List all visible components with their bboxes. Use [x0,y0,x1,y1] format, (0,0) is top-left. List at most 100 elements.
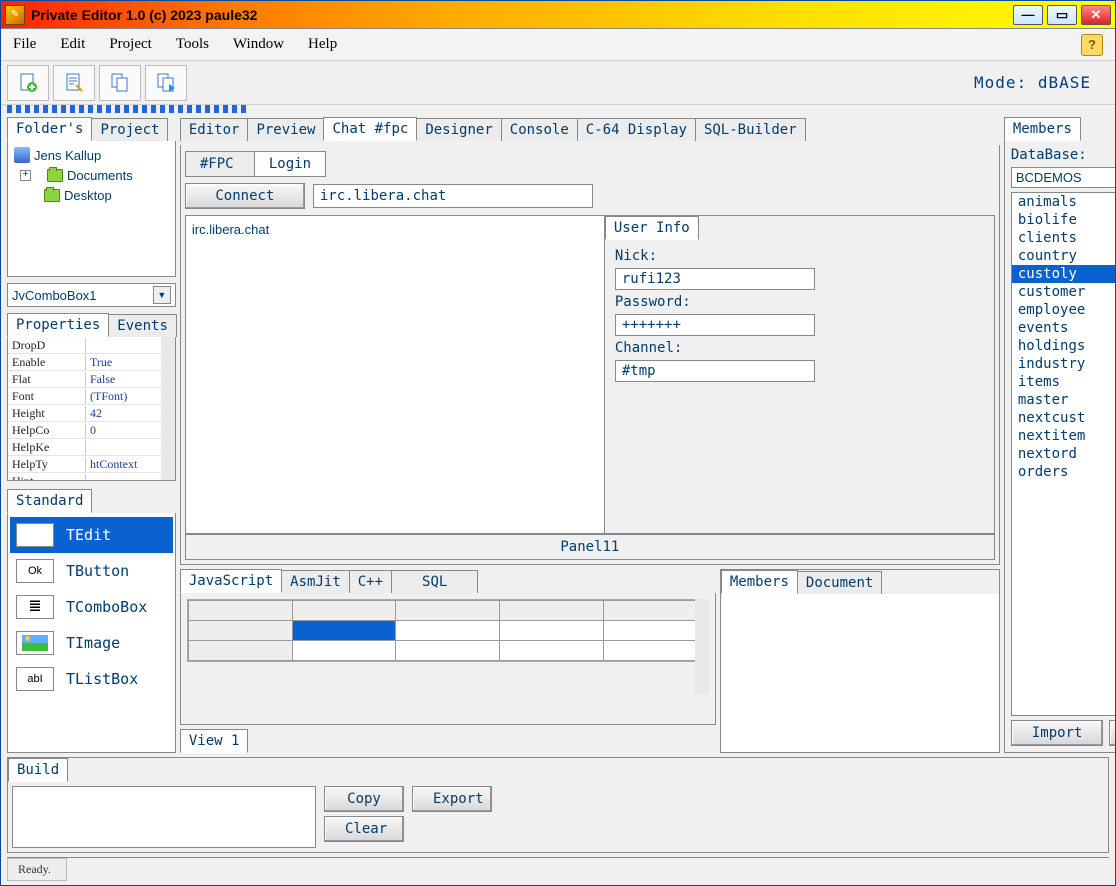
tree-root[interactable]: Jens Kallup [34,148,101,163]
prop-key[interactable]: DropD [8,338,86,353]
lang-tab[interactable]: JavaScript [180,569,282,593]
menu-tools[interactable]: Tools [176,36,209,53]
prop-value[interactable]: 42 [86,406,161,421]
build-output[interactable] [12,786,316,848]
prop-value[interactable]: (TFont) [86,389,161,404]
password-input[interactable] [615,314,815,336]
db-table-item[interactable]: holdings [1012,337,1115,355]
editor-tab[interactable]: Chat #fpc [323,117,417,141]
titlebar[interactable]: ✎ Private Editor 1.0 (c) 2023 paule32 — … [1,1,1115,29]
editor-tab[interactable]: C-64 Display [577,118,696,141]
tab-project[interactable]: Project [91,118,168,141]
tab-bottom-members[interactable]: Members [721,570,798,594]
tab-standard[interactable]: Standard [7,489,92,513]
palette-item[interactable]: TImage [10,625,173,661]
tab-login[interactable]: Login [254,151,326,177]
db-table-item[interactable]: custoly [1012,265,1115,283]
editor-tab[interactable]: SQL-Builder [695,118,806,141]
db-table-item[interactable]: animals [1012,193,1115,211]
database-select[interactable]: BCDEMOS▼ [1011,167,1115,188]
lang-tab[interactable]: SQL [391,570,478,593]
palette-item[interactable]: abITEdit [10,517,173,553]
editor-tab[interactable]: Console [501,118,578,141]
maximize-button[interactable]: ▭ [1047,5,1077,25]
db-table-item[interactable]: orders [1012,463,1115,481]
edit-file-button[interactable] [53,65,95,101]
editor-tab[interactable]: Editor [180,118,249,141]
menu-file[interactable]: File [13,36,36,53]
close-button[interactable]: ✕ [1081,5,1111,25]
prop-value[interactable]: htContext [86,457,161,472]
server-input[interactable] [313,184,593,208]
editor-tab[interactable]: Designer [416,118,501,141]
tab-bottom-document[interactable]: Document [797,571,882,594]
export-button[interactable]: Export [1109,720,1115,746]
db-table-item[interactable]: nextord [1012,445,1115,463]
prop-key[interactable]: Hint [8,474,86,481]
menu-project[interactable]: Project [109,36,152,53]
tab-events[interactable]: Events [108,314,177,337]
clear-button[interactable]: Clear [324,816,404,842]
worksheet-area[interactable] [180,593,716,725]
connect-button[interactable]: Connect [185,183,305,209]
property-grid[interactable]: DropDEnableTrueFlatFalseFont(TFont)Heigh… [7,337,176,481]
channel-input[interactable] [615,360,815,382]
lang-tab[interactable]: C++ [349,570,392,593]
prop-value[interactable]: True [86,355,161,370]
tab-right-members[interactable]: Members [1004,117,1081,141]
db-table-item[interactable]: items [1012,373,1115,391]
tab-folders[interactable]: Folder's [7,117,92,141]
lang-tab[interactable]: AsmJit [281,570,350,593]
menu-window[interactable]: Window [233,36,284,53]
db-table-item[interactable]: customer [1012,283,1115,301]
help-icon[interactable]: ? [1081,34,1103,56]
component-palette[interactable]: abITEditOkTButton≣TComboBoxTImageabITLis… [7,513,176,753]
prop-key[interactable]: Height [8,406,86,421]
chevron-down-icon[interactable]: ▼ [153,286,171,304]
copy-button[interactable]: Copy [324,786,404,812]
menu-edit[interactable]: Edit [60,36,85,53]
copy-file-button[interactable] [99,65,141,101]
tab-userinfo[interactable]: User Info [605,216,699,240]
db-table-item[interactable]: events [1012,319,1115,337]
editor-tab[interactable]: Preview [247,118,324,141]
expand-icon[interactable]: + [20,170,31,181]
db-table-item[interactable]: industry [1012,355,1115,373]
prop-key[interactable]: Font [8,389,86,404]
run-file-button[interactable] [145,65,187,101]
chat-log[interactable]: irc.libera.chat [185,215,605,534]
prop-key[interactable]: HelpKe [8,440,86,455]
palette-item[interactable]: ≣TComboBox [10,589,173,625]
db-table-item[interactable]: country [1012,247,1115,265]
menu-help[interactable]: Help [308,36,337,53]
component-combo[interactable]: JvComboBox1▼ [7,283,176,307]
tab-view1[interactable]: View 1 [180,729,249,753]
selected-cell[interactable] [292,621,396,641]
new-file-button[interactable] [7,65,49,101]
tab-fpc-channel[interactable]: #FPC [185,151,255,177]
nick-input[interactable] [615,268,815,290]
db-table-item[interactable]: clients [1012,229,1115,247]
db-table-item[interactable]: master [1012,391,1115,409]
prop-value[interactable]: 0 [86,423,161,438]
scrollbar[interactable] [695,599,709,694]
grid-table[interactable] [188,600,708,661]
prop-key[interactable]: Enable [8,355,86,370]
prop-key[interactable]: HelpCo [8,423,86,438]
build-export-button[interactable]: Export [412,786,492,812]
db-table-item[interactable]: employee [1012,301,1115,319]
folder-tree[interactable]: Jens Kallup + Documents Desktop [7,141,176,277]
tab-properties[interactable]: Properties [7,313,109,337]
tree-desktop[interactable]: Desktop [64,188,112,203]
palette-item[interactable]: abITListBox [10,661,173,697]
db-table-item[interactable]: biolife [1012,211,1115,229]
tree-documents[interactable]: Documents [67,168,133,183]
prop-key[interactable]: Flat [8,372,86,387]
members-list-area[interactable] [721,594,999,752]
scrollbar[interactable] [161,337,175,480]
minimize-button[interactable]: — [1013,5,1043,25]
tab-build[interactable]: Build [8,758,68,782]
db-table-item[interactable]: nextitem [1012,427,1115,445]
import-button[interactable]: Import [1011,720,1104,746]
database-table-list[interactable]: animalsbiolifeclientscountrycustolycusto… [1011,192,1115,716]
